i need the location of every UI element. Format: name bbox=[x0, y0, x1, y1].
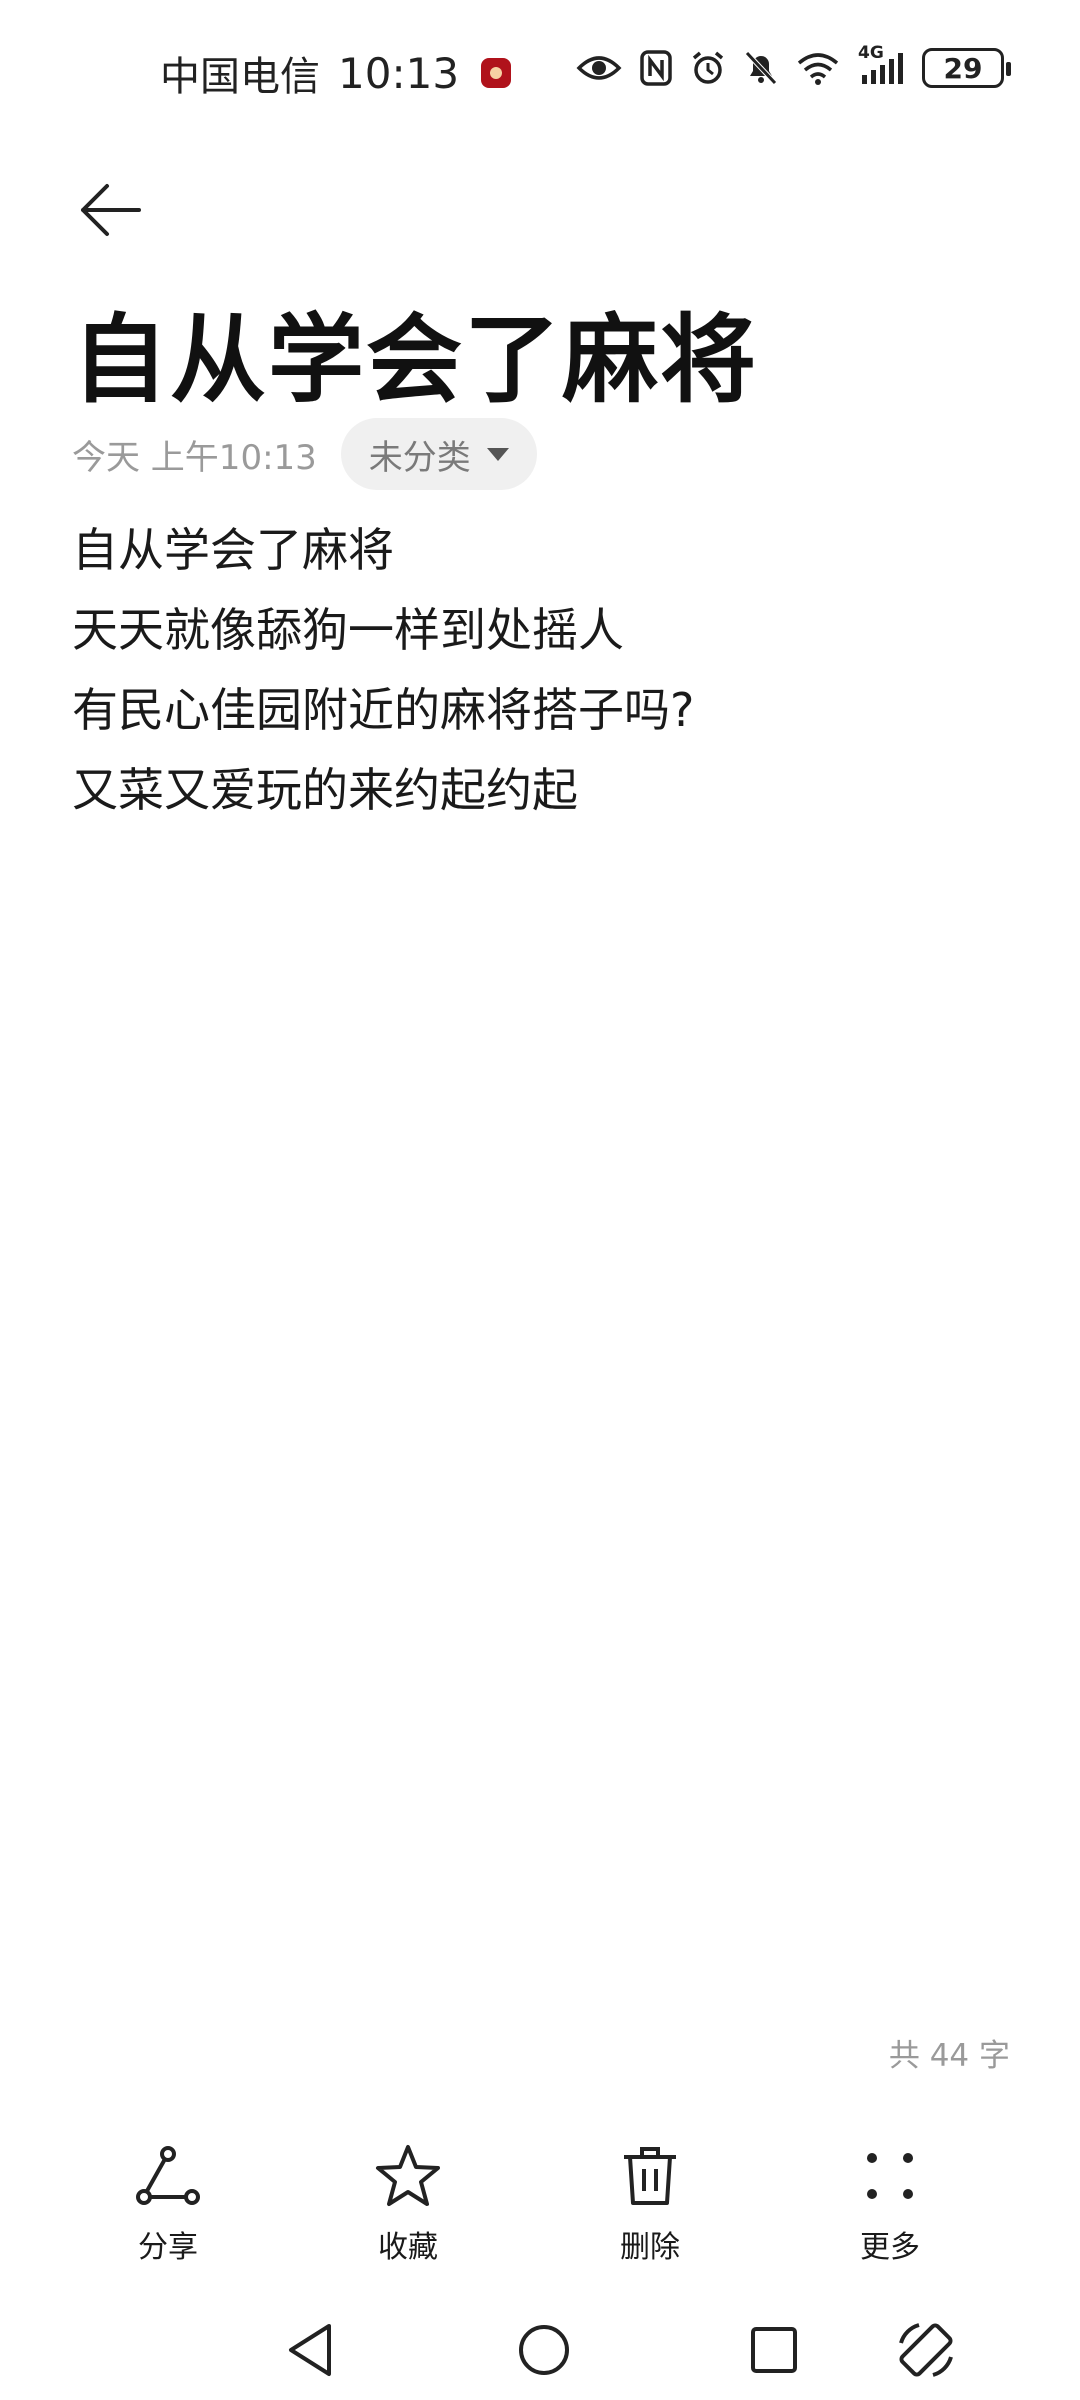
note-title[interactable]: 自从学会了麻将 bbox=[72, 282, 758, 421]
note-line: 自从学会了麻将 bbox=[72, 523, 394, 577]
word-count: 共 44 字 bbox=[888, 2038, 1010, 2074]
note-date: 今天 上午10:13 bbox=[72, 437, 317, 478]
share-icon bbox=[132, 2140, 204, 2212]
more-icon bbox=[854, 2140, 926, 2212]
category-dropdown[interactable]: 未分类 bbox=[340, 418, 537, 490]
note-body[interactable]: 自从学会了麻将 天天就像舔狗一样到处摇人 有民心佳园附近的麻将搭子吗? 又菜又爱… bbox=[72, 510, 1012, 830]
note-meta: 今天 上午10:13 未分类 bbox=[72, 418, 537, 490]
note-line: 天天就像舔狗一样到处摇人 bbox=[72, 603, 624, 657]
carrier-label: 中国电信 bbox=[160, 54, 320, 100]
star-icon bbox=[372, 2140, 444, 2212]
trash-icon bbox=[614, 2140, 686, 2212]
home-circle-icon bbox=[516, 2322, 572, 2382]
back-triangle-icon bbox=[285, 2322, 335, 2382]
nav-home-button[interactable] bbox=[504, 2312, 584, 2392]
back-button[interactable] bbox=[70, 172, 150, 252]
note-detail-screen: 中国电信 10:13 4G 29 自从学会了麻将 今天 上午10:13 未分类 … bbox=[0, 0, 1080, 2400]
status-left: 中国电信 10:13 bbox=[160, 44, 512, 102]
status-time: 10:13 bbox=[338, 48, 460, 98]
rotate-screen-button[interactable] bbox=[886, 2312, 966, 2392]
note-line: 有民心佳园附近的麻将搭子吗? bbox=[72, 683, 695, 737]
favorite-button[interactable]: 收藏 bbox=[318, 2140, 498, 2280]
back-arrow-icon bbox=[77, 182, 143, 242]
rotate-icon bbox=[893, 2317, 959, 2387]
mute-icon bbox=[744, 50, 778, 86]
status-bar: 中国电信 10:13 4G 29 bbox=[0, 0, 1080, 140]
signal-icon: 4G bbox=[858, 43, 904, 85]
battery-icon: 29 bbox=[922, 48, 1011, 88]
alarm-icon bbox=[690, 50, 726, 86]
dropdown-arrow-icon bbox=[486, 447, 509, 461]
category-label: 未分类 bbox=[368, 437, 471, 478]
app-notification-icon bbox=[481, 58, 512, 88]
share-button[interactable]: 分享 bbox=[78, 2140, 258, 2280]
eye-icon bbox=[576, 51, 622, 85]
status-icons: 4G 29 bbox=[576, 43, 1011, 88]
wifi-icon bbox=[796, 51, 840, 85]
network-type-label: 4G bbox=[858, 43, 884, 63]
nav-recents-button[interactable] bbox=[734, 2312, 814, 2392]
nav-back-button[interactable] bbox=[270, 2312, 350, 2392]
more-label: 更多 bbox=[860, 2230, 920, 2265]
delete-label: 删除 bbox=[620, 2230, 680, 2265]
more-button[interactable]: 更多 bbox=[800, 2140, 980, 2280]
delete-button[interactable]: 删除 bbox=[560, 2140, 740, 2280]
system-nav-bar bbox=[0, 2300, 1080, 2400]
bottom-toolbar: 分享 收藏 删除 更多 bbox=[0, 2140, 1080, 2280]
note-line: 又菜又爱玩的来约起约起 bbox=[72, 763, 578, 817]
nfc-icon bbox=[640, 50, 672, 86]
recents-square-icon bbox=[748, 2324, 800, 2380]
share-label: 分享 bbox=[138, 2230, 198, 2265]
battery-level: 29 bbox=[943, 51, 983, 85]
favorite-label: 收藏 bbox=[378, 2230, 438, 2265]
